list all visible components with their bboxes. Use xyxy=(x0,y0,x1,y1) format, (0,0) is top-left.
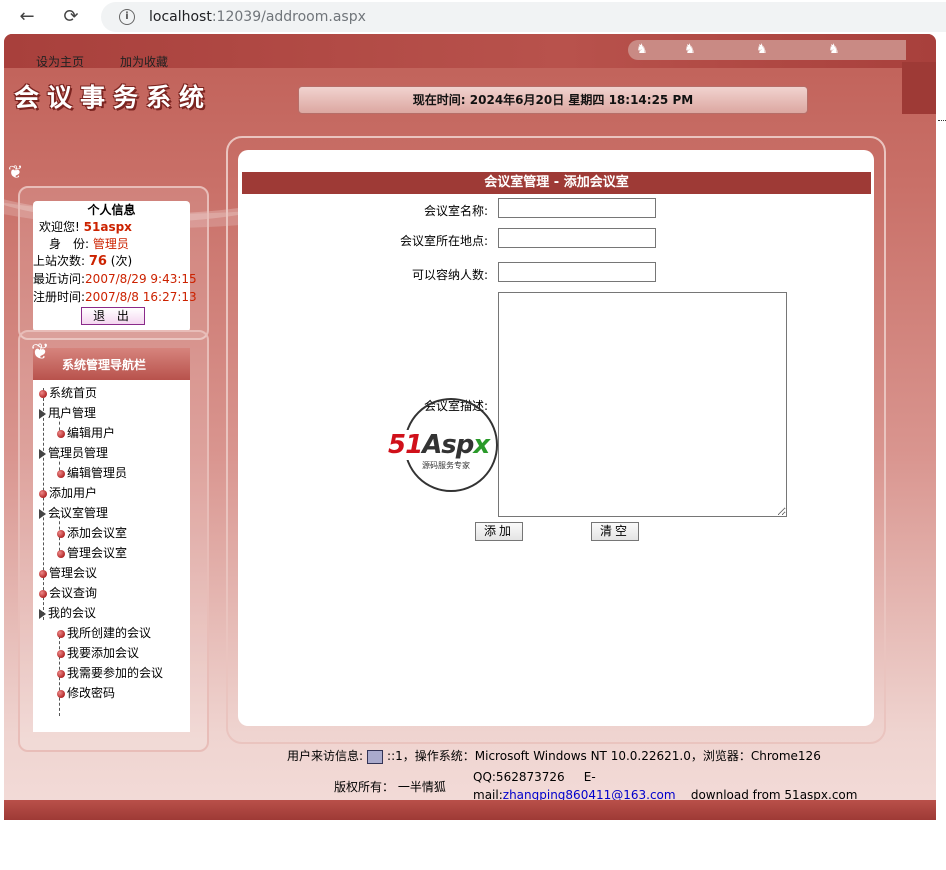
footer-band xyxy=(4,800,936,820)
nav-item-my-meetings[interactable]: 我的会议 xyxy=(39,604,96,621)
current-time-bar: 现在时间: 2024年6月20日 星期四 18:14:25 PM xyxy=(298,86,808,114)
page-background: 设为主页 加为收藏 ♞ ♞ ♞ ♞ 会议事务系统 现在时间: 2024年6月20… xyxy=(4,34,936,820)
nav-item-add-user[interactable]: 添加用户 xyxy=(39,484,97,501)
nav-item-admin-management[interactable]: 管理员管理 xyxy=(39,444,108,461)
welcome-row: 欢迎您! 51aspx xyxy=(39,220,132,234)
set-homepage-link[interactable]: 设为主页 xyxy=(36,53,84,70)
expand-triangle-icon xyxy=(39,408,46,419)
51aspx-watermark: 51Aspx 源码服务专家 xyxy=(386,398,514,498)
logout-button[interactable]: 退 出 xyxy=(81,307,145,325)
add-room-button[interactable]: 添加 xyxy=(475,522,523,541)
room-location-input[interactable] xyxy=(498,228,656,248)
watermark-subtitle: 源码服务专家 xyxy=(420,460,472,471)
bullet-icon xyxy=(57,469,65,478)
address-bar[interactable]: i localhost:12039/addroom.aspx xyxy=(101,2,946,32)
contact-info: QQ:562873726 E-mail:zhangping860411@163.… xyxy=(473,770,858,802)
expand-triangle-icon xyxy=(39,608,46,619)
room-capacity-label: 可以容纳人数: xyxy=(411,268,488,282)
bullet-icon xyxy=(57,529,65,538)
nav-item-meeting-search[interactable]: 会议查询 xyxy=(39,584,97,601)
nav-item-my-created-meetings[interactable]: 我所创建的会议 xyxy=(57,624,151,641)
bullet-icon xyxy=(57,669,65,678)
bullet-icon xyxy=(57,549,65,558)
bullet-icon xyxy=(57,429,65,438)
deer-icon: ♞ xyxy=(636,42,648,57)
bullet-icon xyxy=(57,689,65,698)
butterfly-icon: ❦ xyxy=(31,340,50,365)
bullet-icon xyxy=(39,569,47,578)
room-location-label: 会议室所在地点: xyxy=(399,234,488,248)
system-title: 会议事务系统 xyxy=(14,83,213,112)
nav-item-edit-user[interactable]: 编辑用户 xyxy=(57,424,115,441)
scroll-edge-marker xyxy=(938,120,946,124)
user-info-title: 个人信息 xyxy=(87,203,136,217)
nav-item-add-meeting[interactable]: 我要添加会议 xyxy=(57,644,139,661)
role-row: 身 份: 管理员 xyxy=(49,237,129,251)
register-row: 注册时间:2007/8/8 16:27:13 xyxy=(33,290,197,304)
nav-item-room-management[interactable]: 会议室管理 xyxy=(39,504,108,521)
nav-item-home[interactable]: 系统首页 xyxy=(39,384,97,401)
nav-panel-title: 系统管理导航栏 xyxy=(62,358,147,372)
deer-icon: ♞ xyxy=(684,42,696,57)
clear-button[interactable]: 清空 xyxy=(591,522,639,541)
visits-row: 上站次数: 76 (次) xyxy=(33,254,133,269)
room-name-label: 会议室名称: xyxy=(423,204,488,218)
deer-decoration-strip: ♞ ♞ ♞ ♞ xyxy=(628,40,906,60)
browser-toolbar: ← ⟳ i localhost:12039/addroom.aspx xyxy=(0,0,946,34)
expand-triangle-icon xyxy=(39,508,46,519)
bullet-icon xyxy=(39,589,47,598)
url-text[interactable]: localhost:12039/addroom.aspx xyxy=(149,9,366,25)
last-visit-row: 最近访问:2007/8/29 9:43:15 xyxy=(33,272,197,286)
room-description-textarea[interactable] xyxy=(498,292,787,517)
nav-panel-header: 系统管理导航栏 xyxy=(33,348,190,380)
butterfly-icon: ❦ xyxy=(8,162,24,183)
nav-item-add-room[interactable]: 添加会议室 xyxy=(57,524,127,541)
nav-item-manage-rooms[interactable]: 管理会议室 xyxy=(57,544,127,561)
room-capacity-input[interactable] xyxy=(498,262,656,282)
nav-item-user-management[interactable]: 用户管理 xyxy=(39,404,96,421)
visitor-info: 用户来访信息:::1，操作系统：Microsoft Windows NT 10.… xyxy=(287,749,821,764)
copyright: 版权所有： 一半情狐 xyxy=(334,780,446,794)
nav-item-edit-admin[interactable]: 编辑管理员 xyxy=(57,464,127,481)
deer-icon: ♞ xyxy=(756,42,768,57)
watermark-brand: 51Aspx xyxy=(386,430,492,460)
nav-item-meetings-to-attend[interactable]: 我需要参加的会议 xyxy=(57,664,163,681)
add-favorite-link[interactable]: 加为收藏 xyxy=(120,53,168,70)
nav-tree: 系统首页 用户管理 编辑用户 管理员管理 编辑管理员 添加用户 会议室管理 添加… xyxy=(33,380,190,732)
bullet-icon xyxy=(57,629,65,638)
room-name-input[interactable] xyxy=(498,198,656,218)
page-title: 会议室管理 - 添加会议室 xyxy=(242,172,871,194)
deer-icon: ♞ xyxy=(828,42,840,57)
computer-icon xyxy=(367,749,384,764)
back-arrow-icon[interactable]: ← xyxy=(16,6,38,28)
nav-item-manage-meetings[interactable]: 管理会议 xyxy=(39,564,97,581)
header-dark-block xyxy=(902,62,936,114)
bullet-icon xyxy=(39,389,47,398)
user-info-panel: 个人信息 欢迎您! 51aspx 身 份: 管理员 上站次数: 76 (次) 最… xyxy=(33,201,197,332)
bullet-icon xyxy=(39,489,47,498)
site-info-icon[interactable]: i xyxy=(119,9,135,25)
reload-icon[interactable]: ⟳ xyxy=(60,6,82,28)
nav-item-change-password[interactable]: 修改密码 xyxy=(57,684,115,701)
expand-triangle-icon xyxy=(39,448,46,459)
bullet-icon xyxy=(57,649,65,658)
